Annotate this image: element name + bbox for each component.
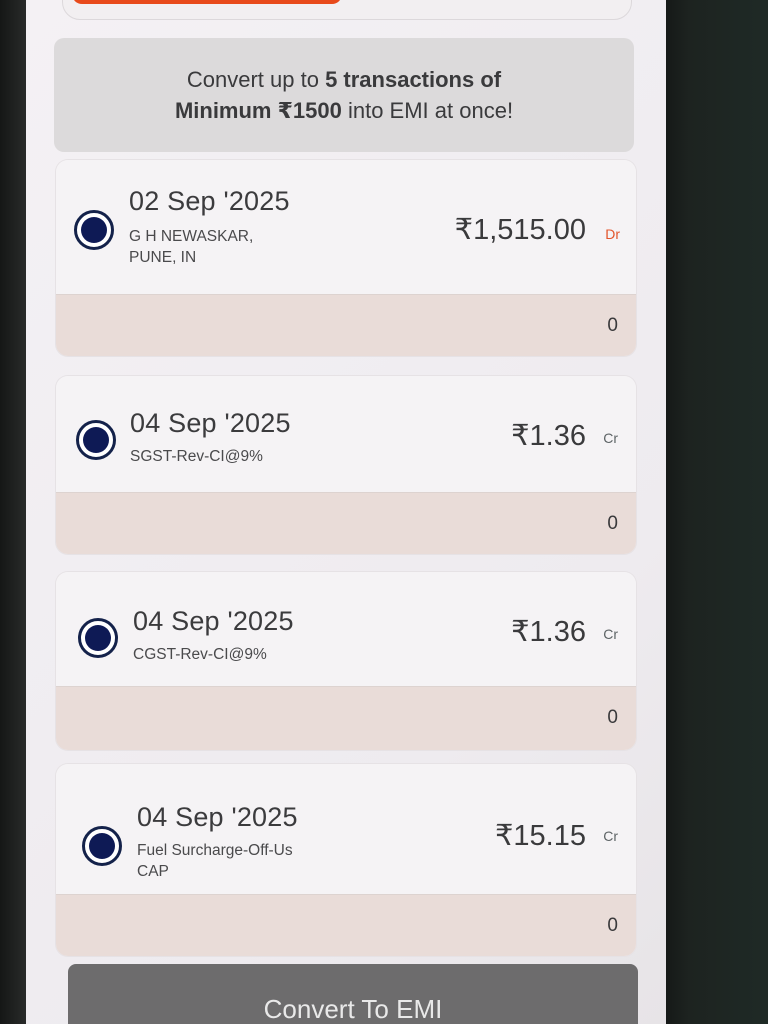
transaction-emi-count: 0	[607, 513, 618, 534]
phone-bezel-left	[0, 0, 28, 1024]
transaction-date: 04 Sep '2025	[130, 408, 291, 438]
banner-line-1: Convert up to 5 transactions of	[186, 67, 502, 92]
transaction-footer: 0	[56, 894, 636, 956]
top-action-button[interactable]	[72, 0, 342, 4]
transaction-footer: 0	[56, 686, 636, 750]
transaction-card[interactable]: 04 Sep '2025 SGST-Rev-CI@9% ₹1.36 Cr 0	[56, 376, 636, 554]
transaction-description: CGST-Rev-CI@9%	[133, 646, 267, 663]
transaction-type: Cr	[603, 828, 618, 844]
transaction-footer: 0	[56, 492, 636, 554]
transaction-date: 04 Sep '2025	[133, 606, 294, 636]
transaction-type: Cr	[603, 430, 618, 446]
transaction-description: G H NEWASKAR, PUNE, IN	[129, 228, 254, 266]
transaction-card[interactable]: 04 Sep '2025 CGST-Rev-CI@9% ₹1.36 Cr 0	[56, 572, 636, 750]
phone-bezel-right	[655, 0, 768, 1024]
transaction-type: Dr	[605, 226, 620, 242]
radio-selected-icon[interactable]	[76, 420, 116, 460]
app-screen: Convert up to 5 transactions of Minimum …	[26, 0, 666, 1024]
transaction-type: Cr	[603, 626, 618, 642]
transaction-amount: ₹1,515.00	[454, 214, 586, 246]
radio-selected-icon[interactable]	[82, 826, 122, 866]
emi-info-banner: Convert up to 5 transactions of Minimum …	[54, 38, 634, 152]
transaction-amount: ₹15.15	[494, 820, 586, 852]
transaction-emi-count: 0	[607, 915, 618, 936]
banner-line-2: Minimum ₹1500 into EMI at once!	[174, 98, 514, 123]
radio-selected-icon[interactable]	[78, 618, 118, 658]
transaction-date: 02 Sep '2025	[129, 186, 290, 216]
transaction-description: Fuel Surcharge-Off-Us CAP	[137, 842, 293, 880]
transaction-card[interactable]: 04 Sep '2025 Fuel Surcharge-Off-Us CAP ₹…	[56, 764, 636, 956]
transaction-amount: ₹1.36	[511, 616, 586, 648]
transaction-date: 04 Sep '2025	[137, 802, 298, 832]
transaction-footer: 0	[56, 294, 636, 356]
convert-to-emi-button[interactable]: Convert To EMI	[68, 964, 638, 1024]
radio-selected-icon[interactable]	[74, 210, 114, 250]
transaction-card[interactable]: 02 Sep '2025 G H NEWASKAR, PUNE, IN ₹1,5…	[56, 160, 636, 356]
transaction-amount: ₹1.36	[511, 420, 586, 452]
transaction-description: SGST-Rev-CI@9%	[130, 448, 263, 465]
transaction-emi-count: 0	[607, 315, 618, 336]
transaction-emi-count: 0	[607, 707, 618, 728]
